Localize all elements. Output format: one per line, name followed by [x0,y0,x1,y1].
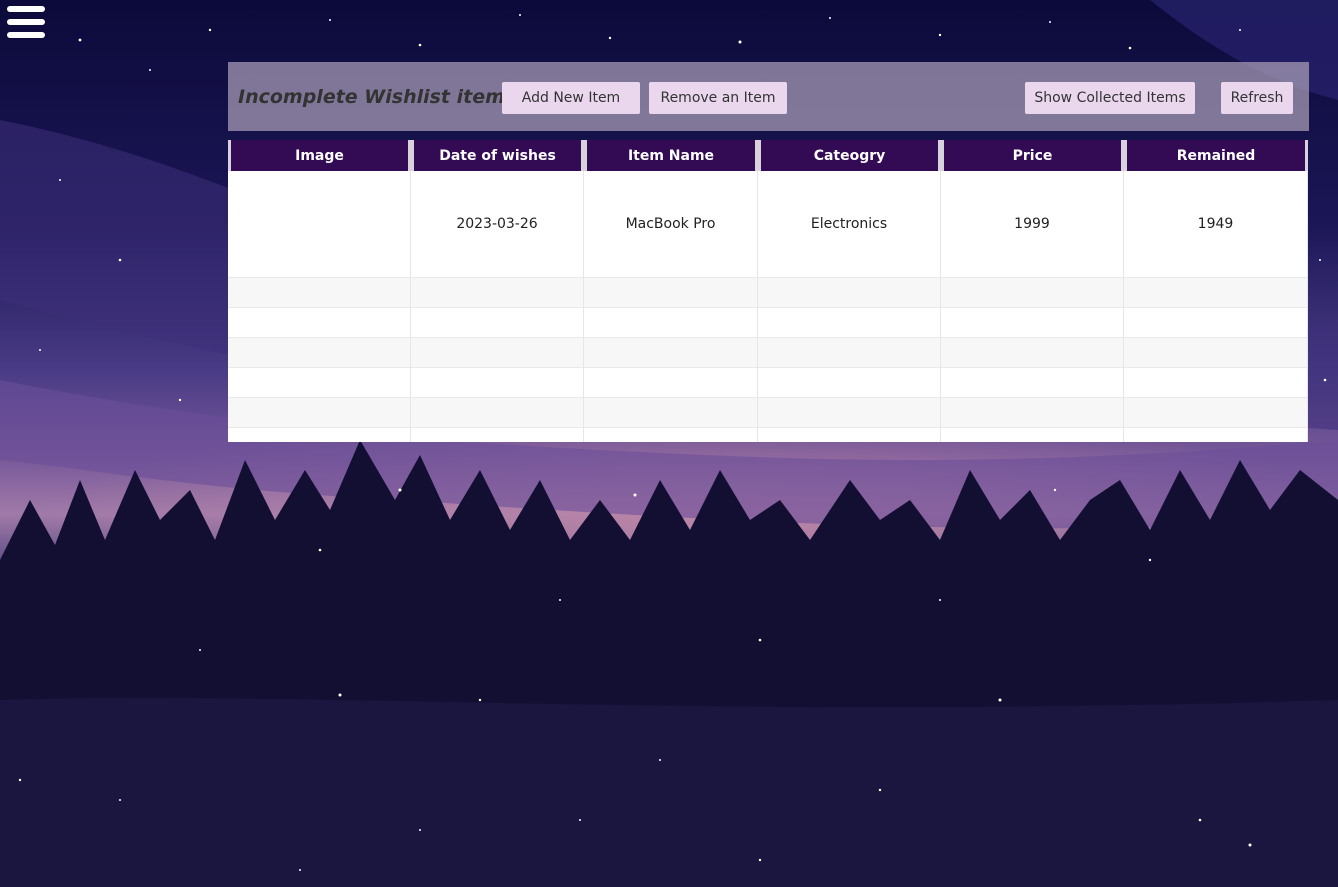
empty-cell [584,278,758,308]
cell-price: 1999 [941,171,1124,278]
cell-image [228,171,411,278]
empty-cell [411,368,584,398]
empty-cell [411,308,584,338]
empty-table-row [228,308,1308,338]
show-collected-items-button[interactable]: Show Collected Items [1025,82,1195,114]
cell-item-name: MacBook Pro [584,171,758,278]
wishlist-table: Image Date of wishes Item Name Cateogry … [228,140,1308,442]
column-header-price[interactable]: Price [941,140,1124,171]
toolbar: Incomplete Wishlist items Add New Item R… [228,62,1309,131]
empty-cell [758,368,941,398]
empty-cell [758,338,941,368]
empty-cell [228,278,411,308]
empty-cell [941,428,1124,442]
page-title: Incomplete Wishlist items [238,86,517,108]
column-header-category[interactable]: Cateogry [758,140,941,171]
empty-cell [1124,308,1308,338]
refresh-button[interactable]: Refresh [1221,82,1293,114]
menu-bar [7,32,45,38]
empty-cell [758,308,941,338]
table-row[interactable]: 2023-03-26 MacBook Pro Electronics 1999 … [228,171,1308,278]
empty-table-row [228,278,1308,308]
hamburger-menu-icon[interactable] [7,6,45,42]
empty-cell [941,398,1124,428]
empty-cell [941,338,1124,368]
remove-item-button[interactable]: Remove an Item [649,82,787,114]
night-forest-background [0,0,1338,887]
empty-cell [1124,428,1308,442]
empty-cell [228,428,411,442]
empty-cell [584,398,758,428]
empty-cell [411,428,584,442]
menu-bar [7,19,45,25]
empty-table-row [228,368,1308,398]
empty-table-row [228,338,1308,368]
empty-table-row [228,428,1308,442]
column-header-date[interactable]: Date of wishes [411,140,584,171]
column-header-remained[interactable]: Remained [1124,140,1308,171]
empty-cell [411,278,584,308]
empty-cell [758,398,941,428]
cell-remained: 1949 [1124,171,1308,278]
empty-cell [228,368,411,398]
empty-cell [584,368,758,398]
empty-cell [941,368,1124,398]
empty-cell [941,308,1124,338]
empty-cell [584,308,758,338]
empty-cell [584,338,758,368]
table-header-row: Image Date of wishes Item Name Cateogry … [228,140,1308,171]
empty-cell [758,278,941,308]
menu-bar [7,6,45,12]
empty-cell [228,308,411,338]
empty-cell [1124,368,1308,398]
column-header-item-name[interactable]: Item Name [584,140,758,171]
column-header-image[interactable]: Image [228,140,411,171]
empty-cell [584,428,758,442]
empty-cell [411,338,584,368]
empty-cell [228,338,411,368]
empty-table-row [228,398,1308,428]
empty-cell [758,428,941,442]
empty-cell [1124,398,1308,428]
empty-cell [411,398,584,428]
cell-category: Electronics [758,171,941,278]
empty-cell [1124,338,1308,368]
cell-date: 2023-03-26 [411,171,584,278]
empty-cell [941,278,1124,308]
empty-cell [1124,278,1308,308]
add-new-item-button[interactable]: Add New Item [502,82,640,114]
empty-cell [228,398,411,428]
